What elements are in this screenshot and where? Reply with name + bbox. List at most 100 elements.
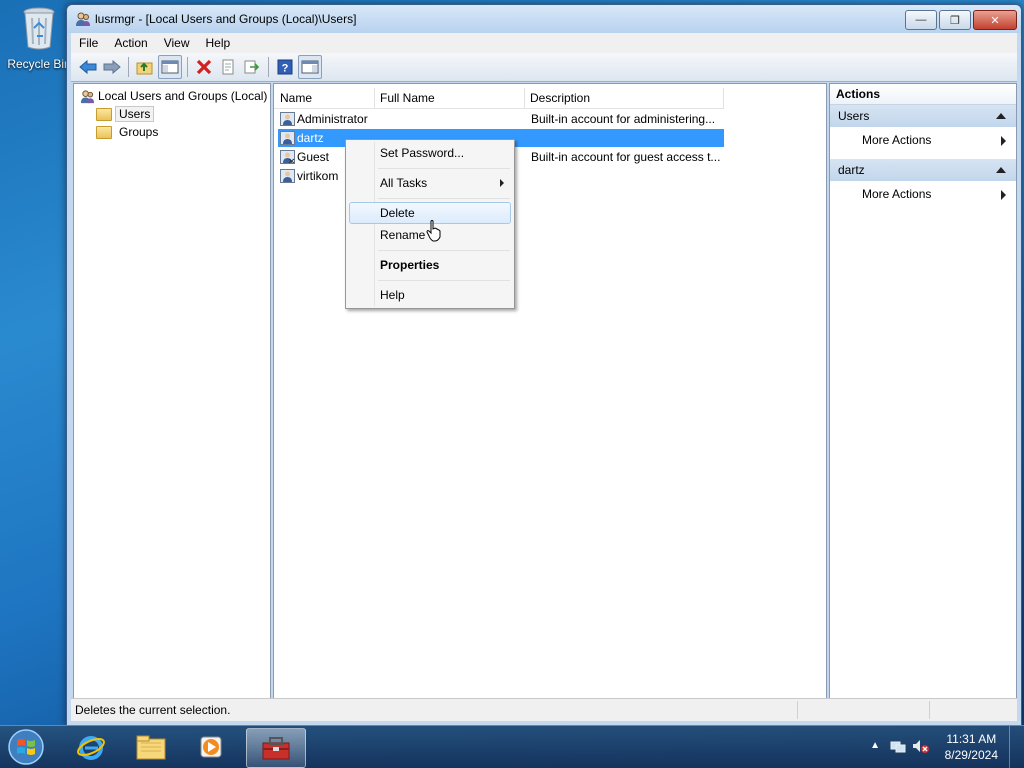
actions-section-title: dartz (838, 163, 865, 177)
status-bar: Deletes the current selection. (71, 698, 1017, 721)
column-divider[interactable] (723, 88, 724, 108)
toolbox-icon (262, 737, 290, 760)
help-toolbar-button[interactable]: ? (274, 56, 296, 78)
column-divider[interactable] (374, 88, 375, 108)
menu-view[interactable]: View (156, 36, 198, 50)
column-header-full-name[interactable]: Full Name (380, 91, 435, 105)
delete-toolbar-button[interactable] (193, 56, 215, 78)
actions-pane: Actions Users More Actions dartz More Ac… (829, 83, 1017, 699)
menu-separator (378, 250, 510, 251)
menu-bar: File Action View Help (71, 33, 1017, 53)
more-actions-users[interactable]: More Actions (830, 127, 1016, 153)
properties-toolbar-button[interactable] (217, 56, 239, 78)
restore-button[interactable]: ❐ (939, 10, 971, 30)
taskbar-internet-explorer[interactable] (62, 728, 120, 766)
collapse-icon (996, 113, 1006, 119)
actions-section-users[interactable]: Users (830, 105, 1016, 127)
tree-node-groups[interactable]: Groups (96, 124, 158, 140)
column-header-description[interactable]: Description (530, 91, 590, 105)
title-bar[interactable]: lusrmgr - [Local Users and Groups (Local… (67, 5, 1021, 33)
menu-item-help[interactable]: Help (380, 285, 405, 305)
lusrmgr-window: lusrmgr - [Local Users and Groups (Local… (66, 4, 1022, 726)
column-header-name[interactable]: Name (280, 91, 312, 105)
network-icon[interactable] (890, 738, 906, 754)
taskbar-computer-management[interactable] (246, 728, 306, 768)
status-divider (797, 701, 798, 719)
minimize-icon: — (915, 14, 927, 26)
toolbar-separator (268, 57, 269, 77)
show-hide-console-tree-button[interactable] (158, 55, 182, 79)
folder-icon (96, 107, 112, 121)
menu-action[interactable]: Action (106, 36, 155, 50)
user-icon (280, 169, 295, 183)
clock[interactable]: 11:31 AM 8/29/2024 (945, 731, 998, 763)
taskbar-media-player[interactable] (182, 728, 240, 766)
submenu-arrow-icon (1001, 136, 1006, 146)
clock-time: 11:31 AM (946, 732, 997, 746)
tree-node-groups-label: Groups (119, 125, 159, 139)
menu-file[interactable]: File (71, 36, 106, 50)
action-pane-icon (301, 60, 319, 74)
row-description: Built-in account for guest access t... (531, 150, 721, 164)
menu-item-properties[interactable]: Properties (380, 255, 439, 275)
status-text: Deletes the current selection. (75, 703, 231, 717)
show-hidden-icons-arrow[interactable]: ▲ (870, 740, 880, 751)
context-menu-gutter (374, 142, 375, 306)
row-name: Guest (297, 150, 330, 164)
menu-item-rename[interactable]: Rename (380, 225, 425, 245)
tree-root-node[interactable]: Local Users and Groups (Local) (80, 88, 267, 104)
column-divider[interactable] (524, 88, 525, 108)
actions-section-dartz[interactable]: dartz (830, 159, 1016, 181)
menu-item-delete[interactable]: Delete (380, 203, 415, 223)
menu-item-set-password[interactable]: Set Password... (380, 143, 464, 163)
actions-header: Actions (830, 84, 1016, 105)
more-actions-label: More Actions (862, 133, 932, 147)
toolbar-separator (128, 57, 129, 77)
users-groups-icon (80, 89, 95, 103)
properties-icon (222, 59, 234, 75)
row-description: Built-in account for administering... (531, 112, 716, 126)
delete-x-icon (196, 59, 212, 75)
submenu-arrow-icon (1001, 190, 1006, 200)
menu-separator (378, 168, 510, 169)
back-button[interactable] (77, 56, 99, 78)
media-player-icon (200, 736, 222, 758)
folder-explorer-icon (136, 735, 166, 760)
more-actions-dartz[interactable]: More Actions (830, 181, 1016, 207)
users-groups-icon (76, 12, 90, 26)
export-list-icon (244, 60, 260, 74)
tree-root-label: Local Users and Groups (Local) (98, 89, 268, 103)
volume-muted-icon[interactable] (912, 738, 930, 754)
show-desktop-button[interactable] (1009, 726, 1024, 768)
row-name: Administrator (297, 112, 368, 126)
export-list-button[interactable] (241, 56, 263, 78)
restore-icon: ❐ (950, 14, 960, 27)
start-button[interactable] (6, 728, 46, 766)
folder-icon (96, 125, 112, 139)
taskbar: ▲ 11:31 AM 8/29/2024 (0, 725, 1024, 768)
toolbar: ? (71, 53, 1017, 82)
menu-separator (378, 198, 510, 199)
show-hide-action-pane-button[interactable] (298, 55, 322, 79)
minimize-button[interactable]: — (905, 10, 937, 30)
recycle-bin-icon (23, 7, 55, 50)
internet-explorer-icon (77, 736, 105, 760)
list-row-administrator[interactable]: Administrator Built-in account for admin… (278, 110, 724, 128)
menu-help[interactable]: Help (198, 36, 239, 50)
up-one-level-button[interactable] (134, 56, 156, 78)
taskbar-windows-explorer[interactable] (122, 728, 180, 766)
row-name: dartz (297, 131, 324, 145)
user-icon (280, 112, 295, 126)
console-tree-icon (161, 60, 179, 74)
menu-item-all-tasks[interactable]: All Tasks (380, 173, 427, 193)
collapse-icon (996, 167, 1006, 173)
close-button[interactable]: ✕ (973, 10, 1017, 30)
toolbar-separator (187, 57, 188, 77)
row-name: virtikom (297, 169, 339, 183)
recycle-bin-desktop-icon[interactable]: Recycle Bin (4, 6, 74, 71)
forward-button[interactable] (101, 56, 123, 78)
tree-node-users-label: Users (115, 106, 155, 122)
mouse-pointer-icon (426, 220, 441, 242)
console-tree: Local Users and Groups (Local) Users Gro… (73, 83, 271, 699)
tree-node-users[interactable]: Users (96, 106, 155, 122)
